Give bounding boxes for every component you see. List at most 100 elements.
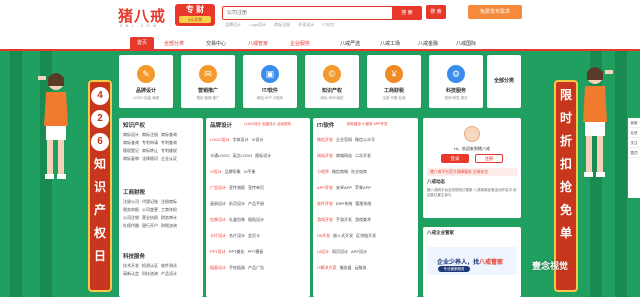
link[interactable]: 科技咨询 [142,270,158,278]
link[interactable]: 软件开发 [317,196,333,212]
link[interactable]: 社保代缴 [123,222,139,230]
link[interactable]: 注册商标 [161,198,177,206]
link[interactable]: 工商年检 [161,206,177,214]
link[interactable]: 网站开发 [317,148,333,164]
link[interactable]: 插画设计 [210,260,226,276]
link[interactable]: 宣传单页 [248,180,264,196]
link[interactable]: 嵌入式开发 [333,228,353,244]
link[interactable]: 高新认定 [123,270,139,278]
link[interactable]: VI手册 [244,164,256,180]
link[interactable]: APP开发 [317,180,333,196]
link[interactable]: 名片设计 [229,228,245,244]
link[interactable]: 商标查询 [123,139,139,147]
toolbar-customer-service[interactable]: 客服 [628,118,640,128]
category-card-ip[interactable]: © 知识产权 商标 专利 版权 [305,55,359,108]
link[interactable]: ERP系统 [336,196,352,212]
link[interactable]: 商城网站 [336,148,352,164]
user-tip[interactable]: 猪八戒平台官方保障服务 交易安全 [427,168,517,176]
link[interactable]: H5开发 [317,228,330,244]
hot-word[interactable]: IT外包 [322,22,334,27]
link[interactable]: 产品手册 [248,196,264,212]
link[interactable]: 商标转让 [142,147,158,155]
nav-enterprise[interactable]: 企业服务 [290,40,310,47]
link[interactable]: 云服务 [355,260,367,276]
link[interactable]: APP设计 [351,244,367,260]
category-card-it[interactable]: ▣ IT/软件 网站 APP 小程序 [243,55,297,108]
link[interactable]: 软件测试 [161,262,177,270]
link[interactable]: 商标注册 [142,131,158,139]
toolbar-back-to-top[interactable]: 置顶 [628,148,640,158]
nav-all-categories[interactable]: 全部分类 [164,40,184,47]
link[interactable]: 检测认证 [142,262,158,270]
nav-factory[interactable]: 八戒工场 [380,40,400,47]
link[interactable]: 图标设计 [255,148,271,164]
search-alt-button[interactable]: 搜 索 [426,5,446,19]
link[interactable]: 字体设计 [233,132,249,148]
link[interactable]: 广告设计 [210,180,226,196]
link[interactable]: 代理记账 [142,198,158,206]
link[interactable]: 英文LOGO [233,148,253,164]
link[interactable]: 微信开发 [317,132,333,148]
link[interactable]: 法律顾问 [142,155,158,163]
link[interactable]: 包装设计 [210,212,226,228]
promo-badge[interactable]: 专 财 9元发票 [175,4,215,26]
link[interactable]: 商标查询 [161,131,177,139]
link[interactable]: PPT设计 [210,244,226,260]
link[interactable]: 企业认证 [161,155,177,163]
link[interactable]: 折页设计 [229,196,245,212]
link[interactable]: 宣传海报 [229,180,245,196]
link[interactable]: 注册公司 [123,198,139,206]
link[interactable]: 网页设计 [332,244,348,260]
toolbar-follow[interactable]: 关注 [628,138,640,148]
link[interactable]: 微信公众号 [355,132,375,148]
link[interactable]: 画册设计 [210,196,226,212]
link[interactable]: 游戏开发 [317,212,333,228]
link[interactable]: 管理系统 [355,196,371,212]
link[interactable]: 手游开发 [336,212,352,228]
link[interactable]: 微信商城 [332,164,348,180]
link[interactable]: 卡通LOGO [210,148,230,164]
search-button[interactable]: 搜 索 [392,5,422,20]
hot-word[interactable]: 商标注册 [274,22,290,27]
post-requirement-button[interactable]: 免费发布需求 [468,5,522,19]
link[interactable]: 产品广告 [248,260,264,276]
link[interactable]: 品牌形象 [225,164,241,180]
link[interactable]: PPT模板 [248,244,264,260]
link[interactable]: 产品设计 [161,270,177,278]
link[interactable]: 游戏美术 [355,212,371,228]
link[interactable]: 小程序 [317,164,329,180]
category-card-marketing[interactable]: ✉ 营销推广 策划 营销 推广 [181,55,235,108]
nav-home[interactable]: 首页 [130,37,155,49]
link[interactable]: 企业官网 [336,132,352,148]
link[interactable]: 会员卡 [248,228,260,244]
hot-word[interactable]: Logo设计 [249,22,266,27]
nav-trade-center[interactable]: 交易中心 [206,40,226,47]
category-card-all[interactable]: 全部分类 [487,55,521,108]
link[interactable]: IT解决方案 [317,260,337,276]
link[interactable]: 税务申报 [123,206,139,214]
nav-international[interactable]: 八戒国际 [456,40,476,47]
link[interactable]: VI设计 [210,164,222,180]
nav-manager[interactable]: 八戒管家 [248,40,268,47]
link[interactable]: 专利维权 [161,147,177,155]
link[interactable]: PPT美化 [229,244,245,260]
link[interactable]: 手绘插画 [229,260,245,276]
link[interactable]: LOGO设计 [210,132,230,148]
search-input[interactable] [223,7,393,18]
login-button[interactable]: 登录 [441,154,469,163]
news-text[interactable]: 猪八戒网平台业务规则已更新 八戒商城优惠活动开启中 欢迎各位雇主参与 [427,188,517,198]
link[interactable]: 商标复审 [123,155,139,163]
link[interactable]: 礼盒包装 [229,212,245,228]
manager-promo[interactable]: 企业少养人，找八戒管家 专业管家服务 [427,247,517,275]
category-card-tech[interactable]: ⚙ 科技服务 咨询 研发 测试 [429,55,483,108]
hot-word[interactable]: 外观设计 [298,22,314,27]
link[interactable]: 苹果APP [355,180,371,196]
link[interactable]: 社交电商 [351,164,367,180]
link[interactable]: 区块链开发 [356,228,376,244]
link[interactable]: 公司注销 [123,214,139,222]
link[interactable]: UI设计 [317,244,329,260]
hot-word[interactable]: 品牌设计 [225,22,241,27]
category-card-biz[interactable]: ¥ 工商财税 注册 代账 社保 [367,55,421,108]
link[interactable]: 公司变更 [142,206,158,214]
link[interactable]: 专利申请 [142,139,158,147]
